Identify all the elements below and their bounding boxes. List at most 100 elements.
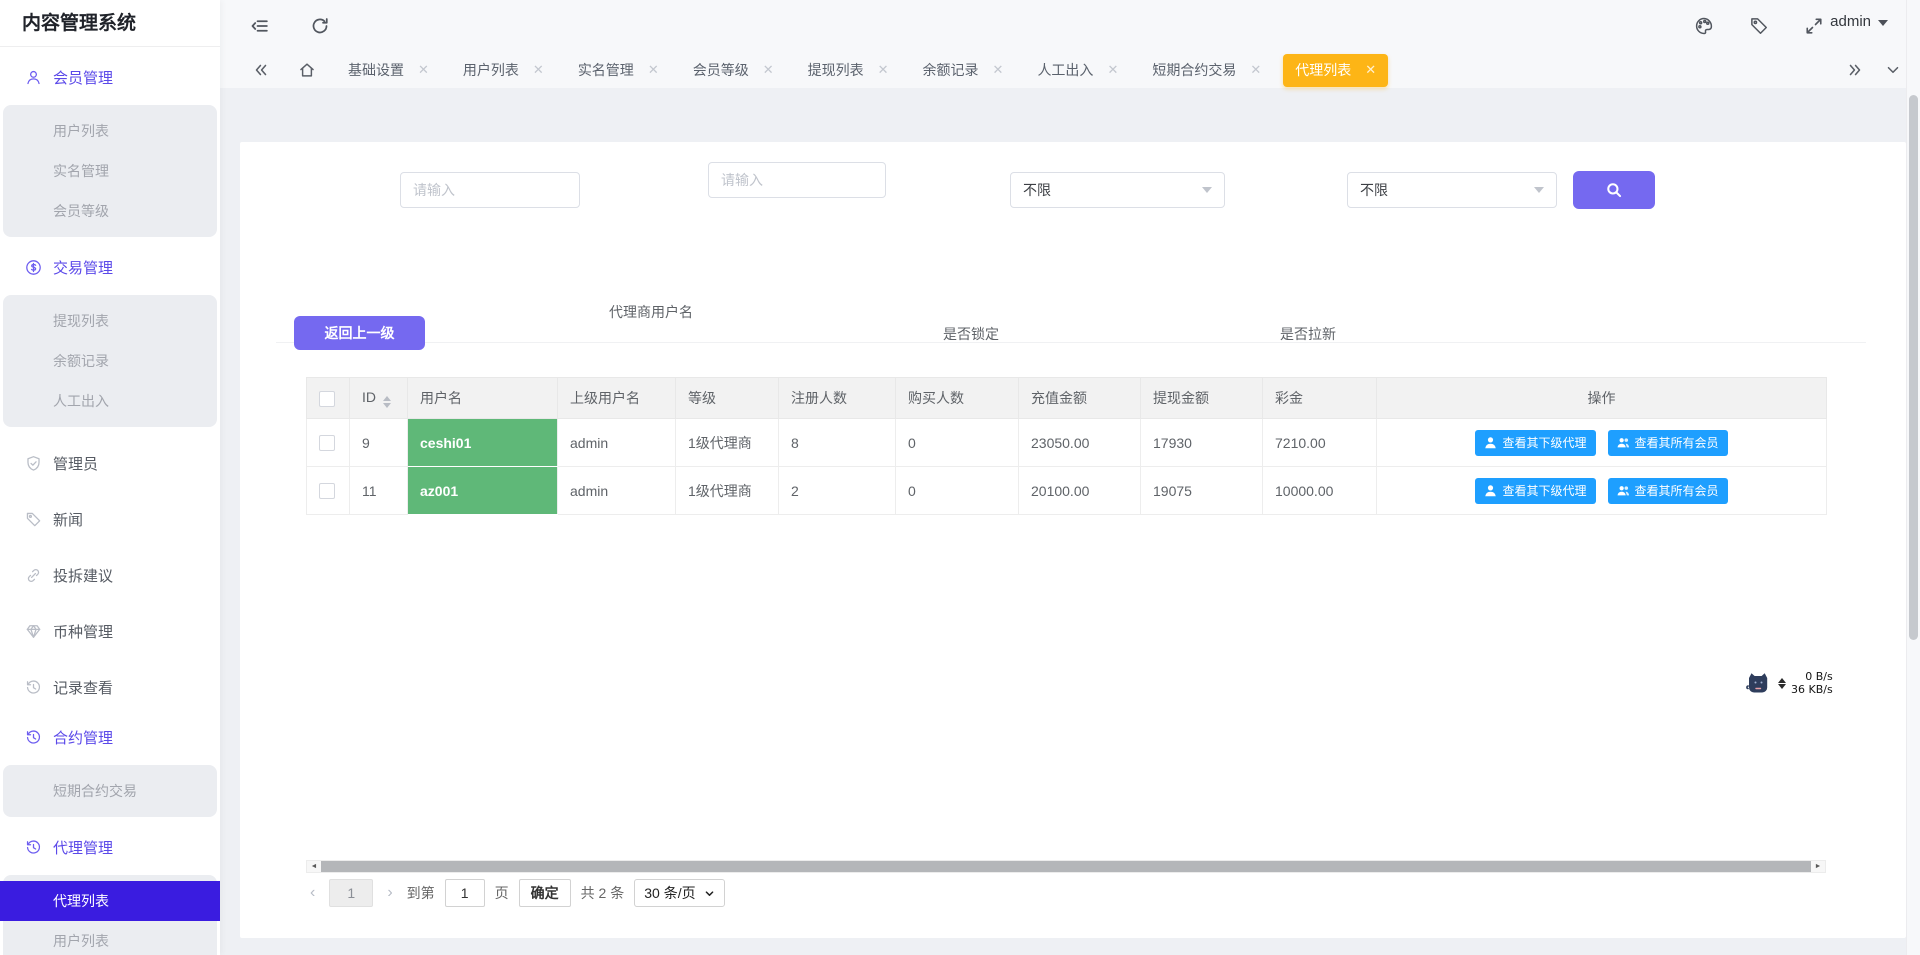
- horizontal-scrollbar-thumb[interactable]: [321, 861, 1811, 872]
- filter-agent-username-input[interactable]: [708, 162, 886, 198]
- tab-close-icon[interactable]: ✕: [648, 62, 659, 78]
- network-speed-widget[interactable]: 0 B/s 36 KB/s: [1746, 670, 1833, 696]
- tab-close-icon[interactable]: ✕: [878, 62, 889, 78]
- sidebar-submenu: 用户列表实名管理会员等级: [3, 105, 217, 237]
- tab-close-icon[interactable]: ✕: [993, 62, 1004, 78]
- sidebar-subitem-6[interactable]: 余额记录: [3, 341, 217, 381]
- tab-close-icon[interactable]: ✕: [1107, 62, 1118, 78]
- cell-buyers: 0: [896, 419, 1019, 467]
- column-label: 上级用户名: [570, 390, 640, 406]
- refresh-icon[interactable]: [310, 16, 330, 36]
- next-page-icon[interactable]: ›: [383, 884, 396, 902]
- sidebar-item-12[interactable]: 记录查看: [0, 667, 220, 707]
- sort-icon[interactable]: [383, 396, 391, 408]
- tab-close-icon[interactable]: ✕: [1250, 62, 1261, 78]
- sidebar-subitem-3[interactable]: 会员等级: [3, 191, 217, 231]
- tab-0[interactable]: 基础设置✕: [336, 52, 441, 88]
- collapse-sidebar-icon[interactable]: [250, 16, 270, 36]
- tab-label: 代理列表: [1295, 60, 1351, 80]
- goto-label: 到第: [407, 883, 435, 903]
- sidebar-nav: 会员管理用户列表实名管理会员等级交易管理提现列表余额记录人工出入管理员新闻投拆建…: [0, 57, 220, 955]
- filter-divider: [276, 342, 1866, 343]
- tab-3[interactable]: 会员等级✕: [681, 52, 786, 88]
- view-all-members-button[interactable]: 查看其所有会员: [1608, 430, 1728, 456]
- tab-6[interactable]: 人工出入✕: [1025, 52, 1130, 88]
- tab-active[interactable]: 代理列表 ✕: [1283, 54, 1388, 87]
- tabs-scroll-left-icon[interactable]: [252, 61, 270, 79]
- cell-level: 1级代理商: [676, 419, 779, 467]
- column-label: 提现金额: [1153, 390, 1209, 406]
- cell-bonus: 7210.00: [1263, 419, 1377, 467]
- confirm-page-button[interactable]: 确定: [519, 879, 571, 907]
- tab-close-icon[interactable]: ✕: [1365, 62, 1376, 78]
- sidebar-subitem-7[interactable]: 人工出入: [3, 381, 217, 421]
- sidebar-item-15[interactable]: 代理管理: [0, 827, 220, 867]
- column-label: 彩金: [1275, 390, 1303, 406]
- view-sub-agents-button[interactable]: 查看其下级代理: [1475, 478, 1595, 504]
- filter-id-input[interactable]: [400, 172, 580, 208]
- home-tab-icon[interactable]: [298, 61, 316, 79]
- sidebar-item-8[interactable]: 管理员: [0, 443, 220, 483]
- sidebar-subitem-active[interactable]: 代理列表: [0, 881, 220, 921]
- column-header-parent: 上级用户名: [558, 378, 676, 419]
- back-to-parent-button[interactable]: 返回上一级: [294, 316, 425, 350]
- tab-4[interactable]: 提现列表✕: [796, 52, 901, 88]
- prev-page-icon[interactable]: ‹: [306, 884, 319, 902]
- column-header-id: ID: [350, 378, 408, 419]
- sidebar-subitem-5[interactable]: 提现列表: [3, 301, 217, 341]
- tag-icon[interactable]: [1749, 16, 1769, 36]
- cell-withdraw: 19075: [1141, 467, 1263, 515]
- tab-2[interactable]: 实名管理✕: [566, 52, 671, 88]
- vertical-scrollbar-thumb[interactable]: [1909, 95, 1918, 640]
- tab-1[interactable]: 用户列表✕: [451, 52, 556, 88]
- column-label[interactable]: ID: [362, 389, 376, 405]
- cat-icon: [1746, 671, 1773, 696]
- fullscreen-icon[interactable]: [1804, 16, 1824, 36]
- scroll-left-arrow-icon[interactable]: ◄: [307, 861, 321, 872]
- sidebar-subitem-1[interactable]: 用户列表: [3, 111, 217, 151]
- cell-id: 11: [350, 467, 408, 515]
- page-unit-label: 页: [495, 883, 509, 903]
- sidebar-item-9[interactable]: 新闻: [0, 499, 220, 539]
- tab-5[interactable]: 余额记录✕: [911, 52, 1016, 88]
- dollar-icon: [25, 259, 42, 276]
- sidebar-submenu: 代理列表用户列表: [3, 875, 217, 955]
- sidebar-item-label: 投拆建议: [53, 565, 113, 586]
- table-header-row: ID用户名上级用户名等级注册人数购买人数充值金额提现金额彩金操作: [307, 378, 1827, 419]
- theme-palette-icon[interactable]: [1694, 16, 1714, 36]
- page-vertical-scrollbar[interactable]: [1906, 0, 1920, 955]
- sidebar-subitem-2[interactable]: 实名管理: [3, 151, 217, 191]
- filter-locked-select[interactable]: 不限: [1010, 172, 1225, 208]
- goto-page-input[interactable]: [445, 879, 485, 907]
- sidebar-subitem-14[interactable]: 短期合约交易: [3, 771, 217, 811]
- filter-locked-label: 是否锁定: [943, 324, 999, 344]
- sidebar-item-0[interactable]: 会员管理: [0, 57, 220, 97]
- current-page[interactable]: 1: [329, 879, 373, 907]
- filter-pullnew-select[interactable]: 不限: [1347, 172, 1557, 208]
- tabs-scroll-right-icon[interactable]: [1846, 61, 1864, 79]
- shield-icon: [25, 455, 42, 472]
- view-all-members-button[interactable]: 查看其所有会员: [1608, 478, 1728, 504]
- tabs-menu-chevron-down-icon[interactable]: [1884, 61, 1902, 79]
- table-row: 9ceshi01admin1级代理商8023050.00179307210.00…: [307, 419, 1827, 467]
- user-menu[interactable]: admin: [1830, 13, 1888, 30]
- view-sub-agents-button[interactable]: 查看其下级代理: [1475, 430, 1595, 456]
- select-all-checkbox[interactable]: [319, 391, 335, 407]
- sidebar-item-10[interactable]: 投拆建议: [0, 555, 220, 595]
- tab-close-icon[interactable]: ✕: [763, 62, 774, 78]
- sidebar-item-11[interactable]: 币种管理: [0, 611, 220, 651]
- table-horizontal-scrollbar[interactable]: ◄ ►: [306, 860, 1826, 873]
- sidebar-item-4[interactable]: 交易管理: [0, 247, 220, 287]
- row-checkbox[interactable]: [319, 435, 335, 451]
- row-checkbox[interactable]: [319, 483, 335, 499]
- tab-close-icon[interactable]: ✕: [418, 62, 429, 78]
- sidebar-submenu: 短期合约交易: [3, 765, 217, 817]
- cell-bonus: 10000.00: [1263, 467, 1377, 515]
- search-button[interactable]: [1573, 171, 1655, 209]
- tab-7[interactable]: 短期合约交易✕: [1140, 52, 1273, 88]
- scroll-right-arrow-icon[interactable]: ►: [1811, 861, 1825, 872]
- tab-close-icon[interactable]: ✕: [533, 62, 544, 78]
- page-size-select[interactable]: 30 条/页: [634, 879, 724, 907]
- sidebar-subitem-17[interactable]: 用户列表: [3, 921, 217, 955]
- sidebar-item-13[interactable]: 合约管理: [0, 717, 220, 757]
